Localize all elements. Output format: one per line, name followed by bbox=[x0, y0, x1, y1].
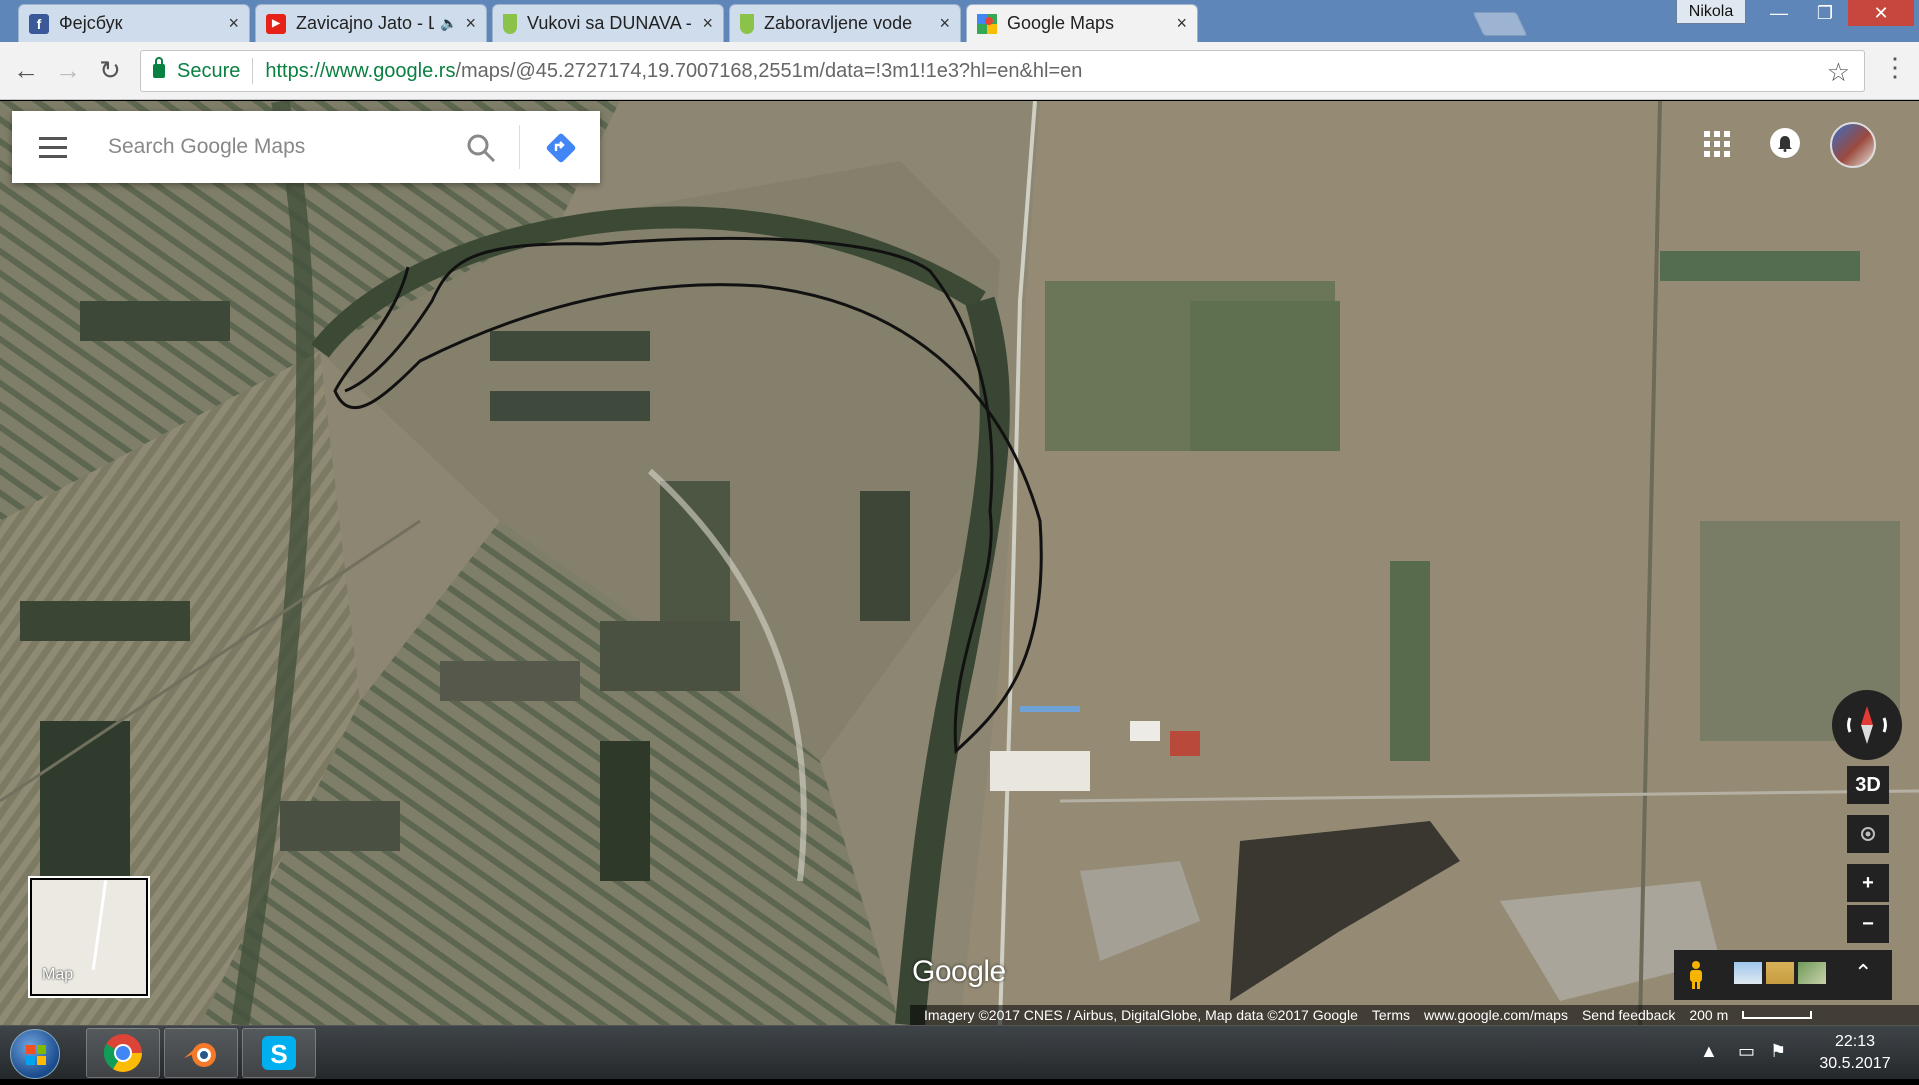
forum-icon bbox=[503, 13, 517, 34]
account-avatar[interactable] bbox=[1830, 122, 1876, 168]
notifications-icon[interactable] bbox=[1770, 128, 1800, 158]
map-view-toggle[interactable]: Map bbox=[28, 876, 150, 998]
secure-label: Secure bbox=[177, 59, 241, 82]
layers-bar: ⌃ bbox=[1674, 950, 1892, 1000]
tab-google-maps[interactable]: Google Maps × bbox=[966, 4, 1198, 42]
imagery-thumb[interactable] bbox=[1766, 962, 1794, 984]
clock-time: 22:13 bbox=[1834, 1033, 1876, 1050]
facebook-icon: f bbox=[29, 13, 49, 34]
menu-icon[interactable] bbox=[26, 111, 80, 183]
apps-grid-icon[interactable] bbox=[1704, 131, 1730, 157]
tab-title: Google Maps bbox=[1007, 13, 1115, 33]
tab-title: Zaboravljene vode bbox=[764, 13, 913, 33]
maximize-button[interactable]: ❐ bbox=[1802, 0, 1848, 26]
satellite-imagery bbox=[0, 101, 1919, 1025]
close-tab-icon[interactable]: × bbox=[702, 13, 713, 34]
close-tab-icon[interactable]: × bbox=[228, 13, 239, 34]
bookmark-star-icon[interactable]: ☆ bbox=[1827, 57, 1850, 88]
site-link[interactable]: www.google.com/maps bbox=[1424, 1007, 1568, 1023]
show-hidden-icons[interactable]: ▲ bbox=[1700, 1041, 1718, 1062]
imagery-thumb[interactable] bbox=[1798, 962, 1826, 984]
taskbar-skype[interactable]: S bbox=[242, 1028, 316, 1078]
network-icon[interactable]: ▭ bbox=[1738, 1041, 1755, 1062]
google-maps-icon bbox=[977, 13, 997, 34]
new-tab-button[interactable] bbox=[1472, 12, 1528, 36]
secure-indicator[interactable]: Secure bbox=[153, 57, 241, 83]
youtube-icon: ▶ bbox=[266, 13, 286, 34]
tab-zaboravljene-vode[interactable]: Zaboravljene vode × bbox=[729, 4, 961, 42]
back-button[interactable]: ← bbox=[8, 52, 44, 88]
expand-icon[interactable]: ⌃ bbox=[1854, 960, 1872, 986]
url-host: https://www.google.rs bbox=[265, 59, 456, 82]
address-bar[interactable]: Secure https://www.google.rs/maps/@45.27… bbox=[140, 50, 1865, 92]
browser-menu-icon[interactable]: ⋮ bbox=[1882, 52, 1908, 83]
forward-button[interactable]: → bbox=[50, 52, 86, 88]
imagery-thumb[interactable] bbox=[1734, 962, 1762, 984]
zoom-in-button[interactable]: + bbox=[1847, 864, 1889, 902]
taskbar-blender[interactable] bbox=[164, 1028, 238, 1078]
attribution-bar: Imagery ©2017 CNES / Airbus, DigitalGlob… bbox=[910, 1005, 1919, 1025]
tab-title: Фејсбук bbox=[59, 13, 123, 33]
send-feedback-link[interactable]: Send feedback bbox=[1582, 1007, 1675, 1023]
divider bbox=[519, 125, 520, 169]
road bbox=[91, 880, 108, 970]
windows-taskbar: S ▲ ▭ ⚑ 22:13 30.5.2017 bbox=[0, 1025, 1919, 1079]
clock-date: 30.5.2017 bbox=[1819, 1055, 1891, 1072]
minimize-button[interactable]: — bbox=[1756, 0, 1802, 26]
reload-button[interactable]: ↻ bbox=[92, 52, 128, 88]
directions-icon[interactable] bbox=[542, 129, 580, 167]
location-icon bbox=[1861, 827, 1875, 841]
tab-facebook[interactable]: f Фејсбук × bbox=[18, 4, 250, 42]
skype-icon: S bbox=[262, 1036, 296, 1070]
tab-title: Zavicajno Jato - Lipa S bbox=[296, 13, 434, 33]
map-toggle-label: Map bbox=[42, 966, 74, 983]
search-icon[interactable] bbox=[464, 131, 498, 165]
lock-icon bbox=[153, 57, 165, 78]
blender-icon bbox=[184, 1043, 216, 1067]
close-window-button[interactable]: ✕ bbox=[1848, 0, 1914, 26]
speaker-icon[interactable]: 🔈 bbox=[440, 15, 457, 32]
search-input[interactable] bbox=[106, 134, 436, 160]
chrome-icon bbox=[103, 1034, 142, 1072]
divider bbox=[252, 58, 254, 84]
search-box bbox=[12, 111, 600, 183]
forum-icon bbox=[740, 13, 754, 34]
3d-button[interactable]: 3D bbox=[1847, 766, 1889, 804]
system-clock[interactable]: 22:13 30.5.2017 bbox=[1800, 1031, 1910, 1075]
close-tab-icon[interactable]: × bbox=[939, 13, 950, 34]
close-tab-icon[interactable]: × bbox=[465, 13, 476, 34]
zoom-out-button[interactable]: − bbox=[1847, 905, 1889, 943]
close-tab-icon[interactable]: × bbox=[1176, 13, 1187, 34]
action-center-flag-icon[interactable]: ⚑ bbox=[1770, 1041, 1786, 1062]
imagery-credit: Imagery ©2017 CNES / Airbus, DigitalGlob… bbox=[924, 1007, 1358, 1023]
taskbar-chrome[interactable] bbox=[86, 1028, 160, 1078]
tab-vukovi[interactable]: Vukovi sa DUNAVA - poc × bbox=[492, 4, 724, 42]
pegman-icon[interactable] bbox=[1686, 960, 1706, 990]
tab-title: Vukovi sa DUNAVA - poc bbox=[527, 13, 694, 33]
google-logo: Google bbox=[912, 955, 1006, 988]
svg-text:S: S bbox=[270, 1039, 287, 1069]
browser-toolbar: ← → ↻ Secure https://www.google.rs/maps/… bbox=[0, 42, 1919, 100]
terms-link[interactable]: Terms bbox=[1372, 1007, 1410, 1023]
tab-youtube[interactable]: ▶ Zavicajno Jato - Lipa S 🔈 × bbox=[255, 4, 487, 42]
url-path: /maps/@45.2727174,19.7007168,2551m/data=… bbox=[455, 59, 1083, 82]
tab-strip: f Фејсбук × ▶ Zavicajno Jato - Lipa S 🔈 … bbox=[0, 0, 1919, 42]
satellite-map[interactable] bbox=[0, 101, 1919, 1025]
scale-label[interactable]: 200 m bbox=[1689, 1007, 1728, 1023]
scale-bar bbox=[1742, 1011, 1813, 1019]
my-location-button[interactable] bbox=[1847, 815, 1889, 853]
start-button[interactable] bbox=[10, 1029, 60, 1079]
profile-button[interactable]: Nikola bbox=[1676, 0, 1746, 24]
windows-logo-icon bbox=[26, 1045, 46, 1065]
compass-icon[interactable] bbox=[1832, 690, 1902, 760]
